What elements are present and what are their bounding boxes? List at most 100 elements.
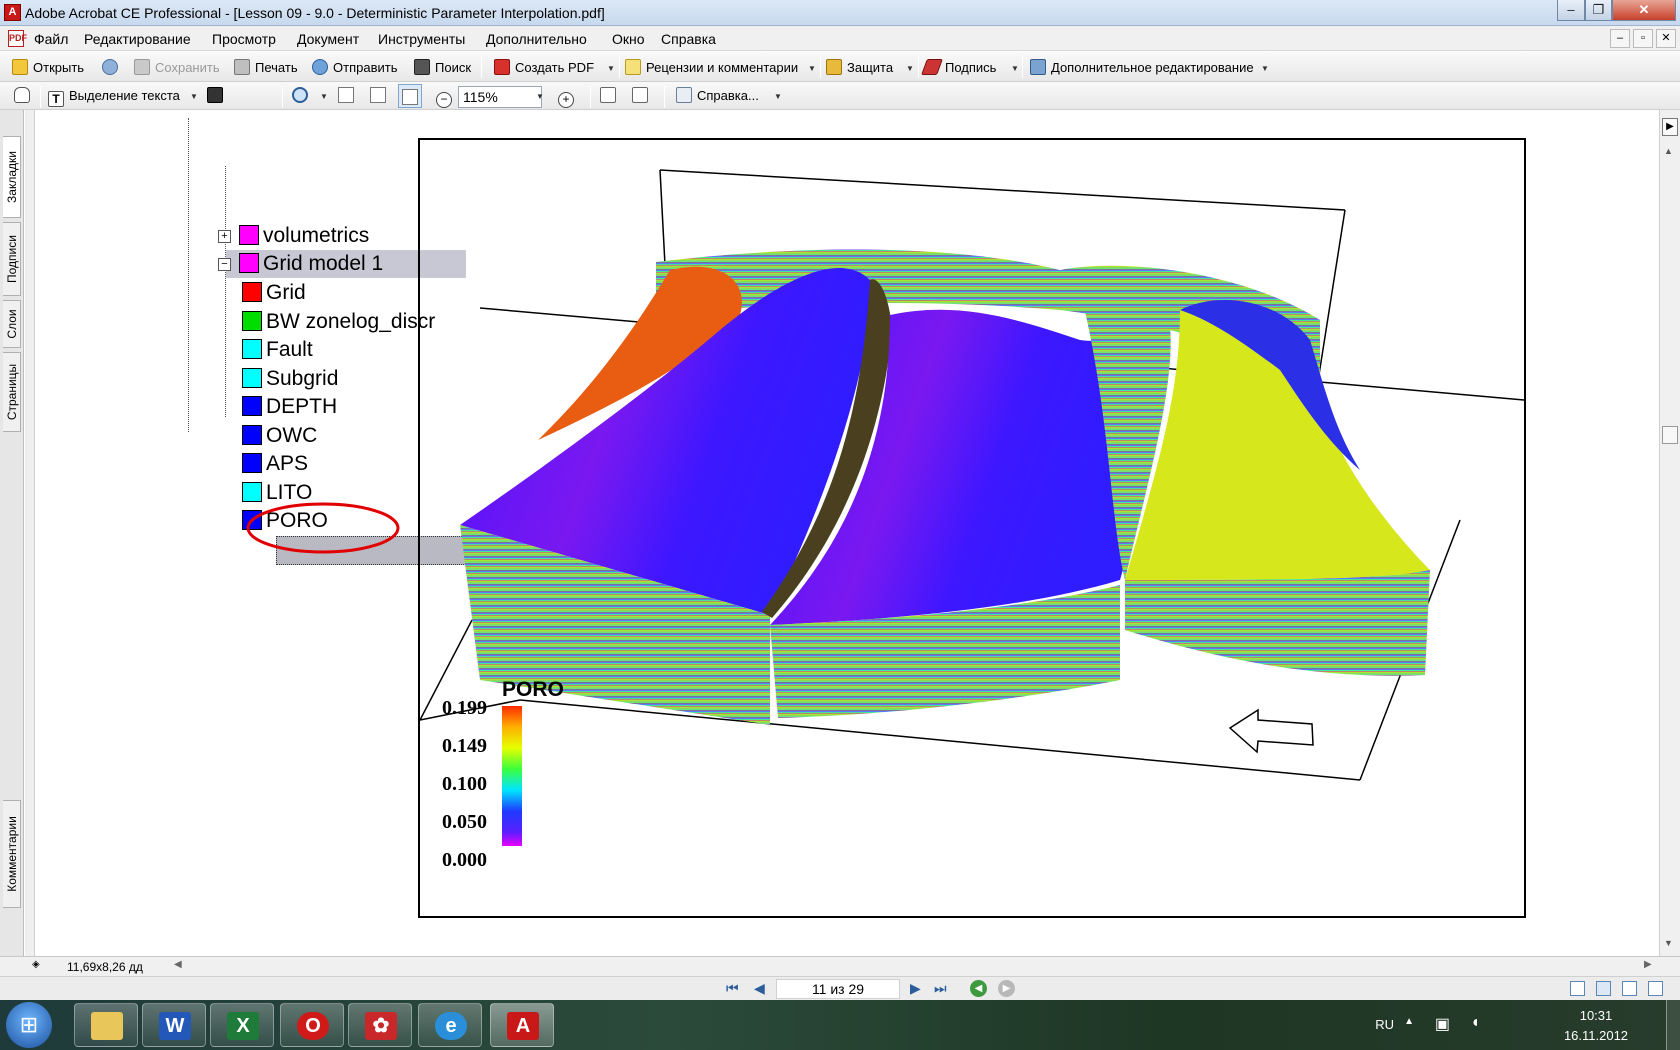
rotate-left-button[interactable] bbox=[600, 86, 621, 106]
review-dropdown-icon[interactable]: ▼ bbox=[808, 64, 816, 73]
status-expand-icon[interactable]: ◈ bbox=[32, 959, 40, 970]
taskbar-excel[interactable]: X bbox=[210, 1003, 274, 1047]
tray-expand-icon[interactable]: ▲ bbox=[1404, 1016, 1414, 1027]
maximize-button[interactable]: ❐ bbox=[1585, 0, 1612, 21]
zoom-level-dropdown-icon[interactable]: ▼ bbox=[536, 92, 544, 101]
sign-dropdown-icon[interactable]: ▼ bbox=[1011, 64, 1019, 73]
advanced-edit-dropdown-icon[interactable]: ▼ bbox=[1261, 64, 1269, 73]
select-text-dropdown-icon[interactable]: ▼ bbox=[190, 92, 198, 101]
organizer-button[interactable] bbox=[102, 58, 123, 78]
review-comment-button[interactable]: Рецензии и комментарии bbox=[625, 58, 798, 78]
fit-page-button[interactable] bbox=[370, 86, 391, 106]
acrobat-app-icon[interactable]: A bbox=[4, 4, 21, 21]
tree-item-grid[interactable]: Grid bbox=[242, 279, 306, 307]
show-desktop-button[interactable] bbox=[1666, 1000, 1680, 1050]
secure-button[interactable]: Защита bbox=[826, 58, 893, 78]
hand-tool-button[interactable] bbox=[14, 86, 35, 106]
pane-splitter[interactable] bbox=[25, 110, 35, 956]
first-page-icon[interactable]: ⏮ bbox=[726, 980, 739, 997]
expand-icon[interactable]: + bbox=[218, 230, 231, 243]
scroll-up-icon[interactable]: ▲ bbox=[1664, 146, 1673, 156]
open-button[interactable]: Открыть bbox=[12, 58, 84, 78]
menu-edit[interactable]: Редактирование bbox=[84, 31, 191, 47]
taskbar-word[interactable]: W bbox=[142, 1003, 206, 1047]
zoom-level-input[interactable]: 115% bbox=[458, 86, 542, 108]
help-button[interactable]: Справка... bbox=[676, 86, 759, 106]
zoom-in-button[interactable]: + bbox=[558, 86, 579, 108]
tree-item-aps[interactable]: APS bbox=[242, 450, 308, 478]
taskbar-acrobat[interactable]: A bbox=[490, 1003, 554, 1047]
doc-restore-button[interactable]: ▫ bbox=[1633, 29, 1653, 48]
menu-tools[interactable]: Инструменты bbox=[378, 31, 465, 47]
print-button[interactable]: Печать bbox=[234, 58, 298, 78]
help-dropdown-icon[interactable]: ▼ bbox=[774, 92, 782, 101]
next-view-icon[interactable]: ▶ bbox=[998, 980, 1015, 997]
vertical-scrollbar[interactable]: ▶ ▲ ▼ bbox=[1659, 110, 1680, 956]
language-indicator[interactable]: RU bbox=[1375, 1017, 1394, 1032]
volume-icon[interactable]: ◖ bbox=[1470, 1014, 1480, 1032]
advanced-edit-button[interactable]: Дополнительное редактирование bbox=[1030, 58, 1254, 78]
create-pdf-dropdown-icon[interactable]: ▼ bbox=[607, 64, 615, 73]
tree-item-fault[interactable]: Fault bbox=[242, 336, 313, 364]
network-icon[interactable]: ▣ bbox=[1435, 1014, 1450, 1034]
snapshot-button[interactable] bbox=[207, 86, 228, 106]
tree-item-subgrid[interactable]: Subgrid bbox=[242, 365, 338, 393]
scroll-down-icon[interactable]: ▼ bbox=[1664, 938, 1673, 948]
select-text-button[interactable]: T Выделение текста bbox=[48, 86, 180, 107]
hscroll-right-icon[interactable]: ▶ bbox=[1644, 959, 1652, 970]
single-page-layout-icon[interactable] bbox=[1570, 981, 1585, 996]
tab-signatures[interactable]: Подписи bbox=[3, 222, 21, 296]
panel-toggle-icon[interactable]: ▶ bbox=[1662, 118, 1678, 136]
tree-item-grid-model[interactable]: − Grid model 1 bbox=[218, 250, 383, 278]
menu-file[interactable]: Файл bbox=[34, 31, 68, 47]
next-page-icon[interactable]: ▶ bbox=[910, 980, 921, 997]
zoom-tool-dropdown-icon[interactable]: ▼ bbox=[320, 92, 328, 101]
tab-comments[interactable]: Комментарии bbox=[3, 800, 21, 908]
tab-bookmarks[interactable]: Закладки bbox=[3, 136, 21, 218]
last-page-icon[interactable]: ⏭ bbox=[934, 980, 947, 997]
send-button[interactable]: Отправить bbox=[312, 58, 397, 78]
continuous-layout-icon[interactable] bbox=[1596, 981, 1611, 996]
collapse-icon[interactable]: − bbox=[218, 258, 231, 271]
page-number-input[interactable]: 11 из 29 bbox=[776, 979, 900, 999]
document-icon[interactable]: PDF bbox=[8, 30, 27, 47]
tab-layers[interactable]: Слои bbox=[3, 300, 21, 348]
zoom-out-button[interactable]: − bbox=[436, 86, 457, 108]
tree-item-volumetrics[interactable]: + volumetrics bbox=[218, 222, 369, 250]
zoom-tool-button[interactable] bbox=[292, 86, 313, 106]
close-button[interactable]: ✕ bbox=[1612, 0, 1676, 21]
menu-document[interactable]: Документ bbox=[297, 31, 359, 47]
continuous-facing-layout-icon[interactable] bbox=[1648, 981, 1663, 996]
previous-view-icon[interactable]: ◀ bbox=[970, 980, 987, 997]
taskbar-explorer[interactable] bbox=[74, 1003, 138, 1047]
facing-layout-icon[interactable] bbox=[1622, 981, 1637, 996]
doc-minimize-button[interactable]: – bbox=[1610, 29, 1630, 48]
previous-page-icon[interactable]: ◀ bbox=[754, 980, 765, 997]
doc-close-button[interactable]: ✕ bbox=[1656, 29, 1676, 48]
minimize-button[interactable]: – bbox=[1557, 0, 1585, 21]
menu-view[interactable]: Просмотр bbox=[212, 31, 276, 47]
save-button[interactable]: Сохранить bbox=[134, 58, 220, 78]
start-button[interactable]: ⊞ bbox=[6, 1002, 52, 1048]
tree-item-bw-zonelog[interactable]: BW zonelog_discr bbox=[242, 308, 435, 336]
hscroll-left-icon[interactable]: ◀ bbox=[174, 959, 182, 970]
taskbar-app-red[interactable]: ✿ bbox=[348, 1003, 412, 1047]
search-button[interactable]: Поиск bbox=[414, 58, 471, 78]
tree-item-owc[interactable]: OWC bbox=[242, 422, 317, 450]
tree-item-depth[interactable]: DEPTH bbox=[242, 393, 337, 421]
clock-time[interactable]: 10:31 bbox=[1556, 1008, 1636, 1023]
menu-advanced[interactable]: Дополнительно bbox=[486, 31, 587, 47]
create-pdf-button[interactable]: Создать PDF bbox=[494, 58, 594, 78]
actual-size-button[interactable] bbox=[338, 86, 359, 106]
taskbar-opera[interactable]: O bbox=[280, 1003, 344, 1047]
fit-width-button[interactable] bbox=[398, 84, 422, 108]
scroll-thumb[interactable] bbox=[1662, 426, 1678, 444]
clock-date[interactable]: 16.11.2012 bbox=[1556, 1028, 1636, 1043]
rotate-right-button[interactable] bbox=[632, 86, 653, 106]
sign-button[interactable]: Подпись bbox=[921, 58, 996, 78]
taskbar-internet-explorer[interactable]: e bbox=[418, 1003, 482, 1047]
menu-window[interactable]: Окно bbox=[612, 31, 645, 47]
tab-pages[interactable]: Страницы bbox=[3, 352, 21, 432]
menu-help[interactable]: Справка bbox=[661, 31, 716, 47]
secure-dropdown-icon[interactable]: ▼ bbox=[906, 64, 914, 73]
